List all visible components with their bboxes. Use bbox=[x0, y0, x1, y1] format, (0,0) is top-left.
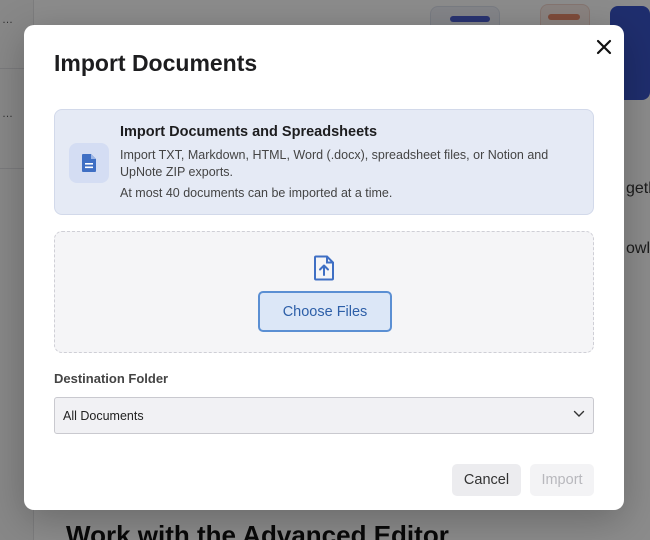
destination-folder-label: Destination Folder bbox=[54, 371, 169, 386]
file-drop-zone[interactable]: Choose Files bbox=[54, 231, 594, 353]
destination-selected-value: All Documents bbox=[63, 408, 144, 423]
info-title: Import Documents and Spreadsheets bbox=[120, 124, 378, 140]
choose-files-button[interactable]: Choose Files bbox=[258, 291, 392, 332]
import-documents-dialog: Import Documents Import Documents and Sp… bbox=[24, 25, 624, 510]
info-limit-note: At most 40 documents can be imported at … bbox=[120, 186, 393, 200]
document-icon bbox=[82, 154, 96, 172]
close-button[interactable] bbox=[592, 35, 616, 59]
info-icon-badge bbox=[69, 143, 109, 183]
chevron-down-icon bbox=[573, 410, 585, 417]
close-icon bbox=[596, 39, 612, 55]
destination-folder-select[interactable]: All Documents bbox=[54, 397, 594, 434]
file-upload-icon bbox=[314, 255, 334, 281]
info-description: Import TXT, Markdown, HTML, Word (.docx)… bbox=[120, 148, 549, 179]
import-button[interactable]: Import bbox=[530, 464, 594, 496]
import-info-panel: Import Documents and Spreadsheets Import… bbox=[54, 109, 594, 215]
file-upload-icon-wrap bbox=[312, 254, 336, 282]
cancel-button[interactable]: Cancel bbox=[452, 464, 521, 496]
dialog-title: Import Documents bbox=[54, 50, 258, 76]
